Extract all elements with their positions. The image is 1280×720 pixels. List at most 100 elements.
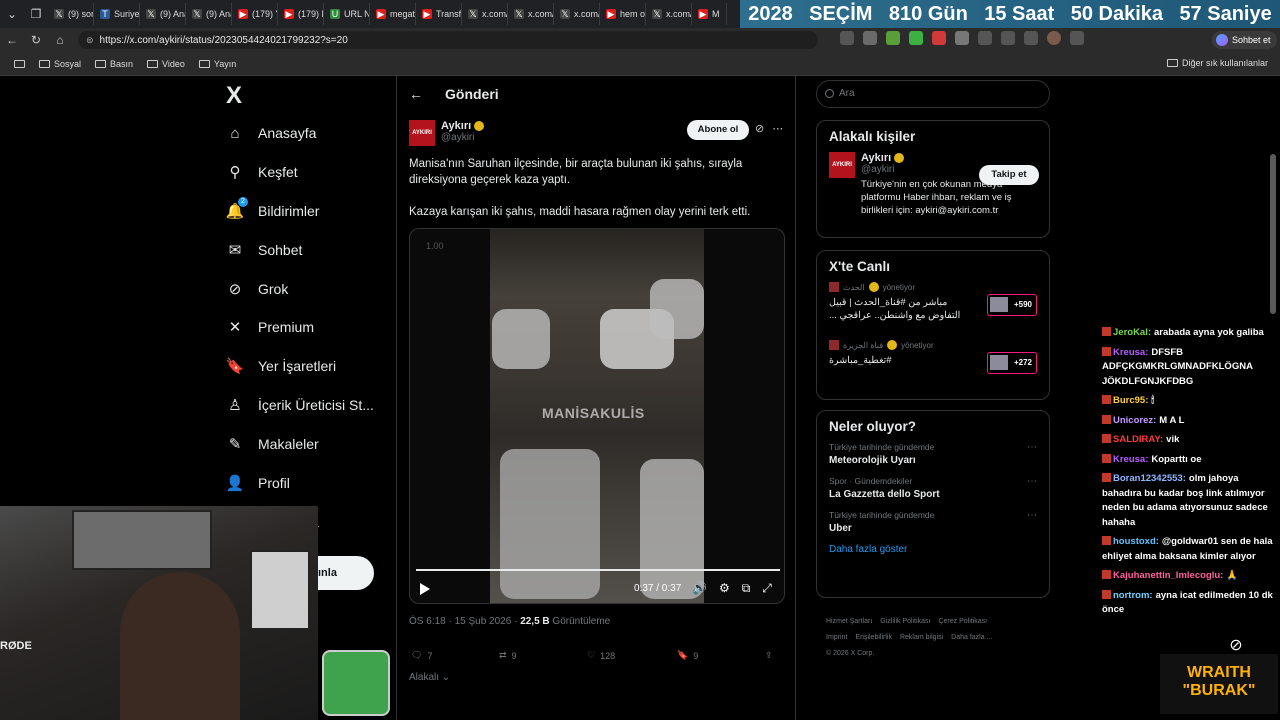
x-logo[interactable]: X	[226, 82, 242, 110]
footer-link[interactable]: Reklam bilgisi	[900, 634, 943, 641]
bookmark-folder-video[interactable]: Video	[147, 59, 185, 69]
browser-tab[interactable]: 𝕏x.com/	[508, 3, 554, 25]
chat-username[interactable]: JeroKal:	[1113, 327, 1151, 338]
avatar[interactable]: AYKIRI	[829, 152, 855, 178]
grok-explain-icon[interactable]: ⊘	[755, 122, 764, 135]
post-author[interactable]: AYKIRI Aykırı @aykiri	[409, 120, 485, 146]
footer-link[interactable]: Erişilebilirlik	[855, 634, 892, 641]
subscribe-button[interactable]: Abone ol	[687, 120, 749, 140]
scrollbar[interactable]	[1270, 154, 1276, 314]
sidebar-item-bell[interactable]: 🔔 2 Bildirimler	[226, 192, 374, 231]
browser-tab[interactable]: T Suriye	[94, 3, 140, 25]
author-name[interactable]: Aykırı	[441, 120, 471, 132]
sidebar-item-search[interactable]: ⚲ Keşfet	[226, 153, 374, 192]
back-arrow-icon[interactable]: ←	[409, 86, 423, 102]
chat-username[interactable]: Kajuhanettin_Imlecoglu:	[1113, 570, 1223, 581]
volume-icon[interactable]: 🔊	[692, 581, 707, 596]
sidebar-item-x[interactable]: ✕ Premium	[226, 308, 374, 347]
url-field[interactable]: ⊜ https://x.com/aykiri/status/2023054424…	[78, 31, 818, 49]
browser-tab[interactable]: 𝕏x.com/	[554, 3, 600, 25]
browser-tab[interactable]: 𝕏(9) Ana	[186, 3, 232, 25]
sidebar-item-creator[interactable]: ♙ İçerik Üreticisi St...	[226, 386, 374, 425]
chat-username[interactable]: nortrom:	[1113, 590, 1153, 601]
fullscreen-icon[interactable]: ⤢	[762, 581, 772, 596]
follow-button[interactable]: Takip et	[979, 165, 1039, 185]
copilot-icon[interactable]	[1024, 31, 1038, 45]
browser-tab[interactable]: 𝕏(9) Ana	[140, 3, 186, 25]
profile-avatar[interactable]	[1047, 31, 1061, 45]
repost-button[interactable]: ⇄ 9	[499, 650, 587, 661]
chat-username[interactable]: Boran12342553:	[1113, 473, 1186, 484]
search-input[interactable]: Ara	[816, 80, 1050, 108]
extension-icon[interactable]	[840, 31, 854, 45]
browser-tab[interactable]: ▶ M	[692, 3, 727, 25]
sidebar-item-grok[interactable]: ⊘ Grok	[226, 269, 374, 308]
sidebar-item-home[interactable]: ⌂ Anasayfa	[226, 114, 374, 153]
chat-username[interactable]: SALDIRAY:	[1113, 434, 1163, 445]
site-info-icon[interactable]: ⊜	[86, 35, 94, 46]
reload-icon[interactable]: ↻	[24, 33, 48, 47]
reading-list-icon[interactable]	[14, 59, 25, 68]
more-options-icon[interactable]: ⋯	[1027, 510, 1037, 521]
menu-dots-icon[interactable]	[1070, 31, 1084, 45]
back-icon[interactable]: ←	[0, 33, 24, 47]
related-toggle[interactable]: Alakalı ⌄	[409, 672, 450, 683]
reply-button[interactable]: 🗨 7	[411, 650, 499, 661]
live-item[interactable]: قناة الجزيرة yönetiyor #تغطية_مباشرة +272	[829, 340, 1037, 398]
browser-tab[interactable]: 𝕏x.com/	[462, 3, 508, 25]
browser-tab[interactable]: U URL N	[324, 3, 370, 25]
footer-link[interactable]: Daha fazla ...	[951, 634, 992, 641]
bookmark-button[interactable]: 🔖 9	[677, 650, 765, 661]
browser-tab[interactable]: 𝕏 (9) son	[48, 3, 94, 25]
sidebar-item-article[interactable]: ✎ Makaleler	[226, 424, 374, 463]
sidebar-item-bookmark[interactable]: 🔖 Yer İşaretleri	[226, 347, 374, 386]
trend-item[interactable]: Türkiye tarihinde gündemde Meteorolojik U…	[829, 442, 1037, 466]
chat-username[interactable]: Burc95:	[1113, 395, 1148, 406]
footer-link[interactable]: © 2026 X Corp.	[826, 650, 874, 657]
favorites-icon[interactable]	[1001, 31, 1015, 45]
bookmark-folder-yayin[interactable]: Yayın	[198, 59, 236, 69]
more-options-icon[interactable]: ⋯	[1027, 442, 1037, 453]
more-options-icon[interactable]: ⋯	[1027, 476, 1037, 487]
footer-link[interactable]: Hizmet Şartları	[826, 618, 872, 625]
sidebar-item-profile[interactable]: 👤 Profil	[226, 463, 374, 502]
browser-tab[interactable]: ▶(179) Y	[232, 3, 278, 25]
extension-icon[interactable]	[863, 31, 877, 45]
copilot-chat-button[interactable]: Sohbet et	[1212, 31, 1277, 49]
settings-icon[interactable]: ⚙	[719, 581, 730, 596]
sidebar-item-mail[interactable]: ✉ Sohbet	[226, 230, 374, 269]
split-screen-icon[interactable]	[978, 31, 992, 45]
footer-link[interactable]: Çerez Politikası	[938, 618, 987, 625]
video-player[interactable]: 1.00 MANİSAKULİS 0:37 / 0:37 🔊 ⚙ ⧉ ⤢	[409, 228, 785, 604]
more-options-icon[interactable]: ⋯	[772, 122, 783, 135]
browser-tab[interactable]: 𝕏x.com/	[646, 3, 692, 25]
extension-icon[interactable]	[909, 31, 923, 45]
bookmark-folder-basin[interactable]: Basın	[95, 59, 133, 69]
share-button[interactable]: ⇪	[765, 650, 773, 661]
avatar[interactable]: AYKIRI	[409, 120, 435, 146]
browser-tab[interactable]: ▶Transfe	[416, 3, 462, 25]
chat-username[interactable]: houstoxd:	[1113, 536, 1159, 547]
chat-username[interactable]: Kreusa:	[1113, 347, 1148, 358]
live-item[interactable]: الحدث yönetiyor مباشر من #قناة_الحدث | قبي…	[829, 282, 1037, 340]
bookmark-folder-sosyal[interactable]: Sosyal	[39, 59, 81, 69]
like-button[interactable]: ♡ 128	[587, 650, 677, 661]
video-frame[interactable]: MANİSAKULİS	[490, 229, 704, 603]
browser-tab[interactable]: ▶ hem o	[600, 3, 646, 25]
extension-icon[interactable]	[932, 31, 946, 45]
other-bookmarks[interactable]: Diğer sık kullanılanlar	[1166, 58, 1268, 68]
author-handle[interactable]: @aykiri	[441, 132, 484, 143]
chat-username[interactable]: Unicorez:	[1113, 415, 1156, 426]
pip-icon[interactable]: ⧉	[742, 581, 751, 596]
chat-username[interactable]: Kreusa:	[1113, 454, 1148, 465]
trend-item[interactable]: Türkiye tarihinde gündemde Uber ⋯	[829, 510, 1037, 534]
footer-link[interactable]: Imprint	[826, 634, 847, 641]
browser-tab[interactable]: ▶(179) E	[278, 3, 324, 25]
post-timestamp[interactable]: ÖS 6:18 · 15 Şub 2026 ·	[409, 616, 520, 627]
extension-icon[interactable]	[955, 31, 969, 45]
tab-menu-icon[interactable]: ⌄	[0, 7, 24, 21]
video-progress-bar[interactable]	[416, 569, 780, 571]
footer-link[interactable]: Gizlilik Politikası	[880, 618, 930, 625]
home-browser-icon[interactable]: ⌂	[48, 33, 72, 47]
play-icon[interactable]	[420, 583, 430, 595]
